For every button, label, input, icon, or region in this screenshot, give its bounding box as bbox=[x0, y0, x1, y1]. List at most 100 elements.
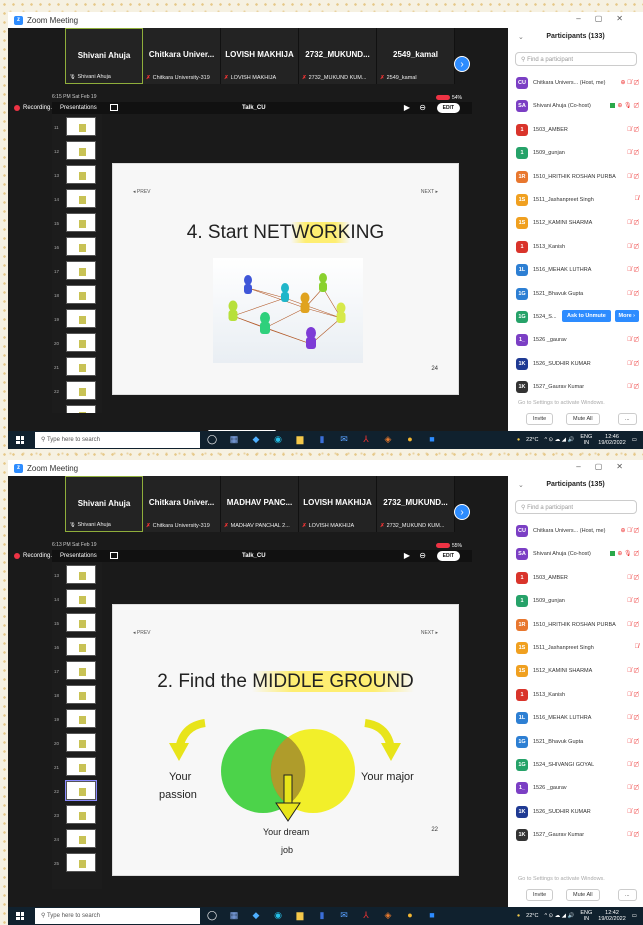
mic-video-status-icon[interactable]: 🎙̸ ▢̸ bbox=[627, 761, 639, 768]
edit-button[interactable]: EDIT bbox=[436, 551, 460, 561]
mic-video-status-icon[interactable]: 🎙̸ ▢̸ bbox=[627, 266, 639, 273]
slide-thumbnail[interactable]: 24 bbox=[52, 829, 102, 850]
participant-row[interactable]: 1G 1521_Bhavuk Gupta 🎙̸ ▢̸ bbox=[508, 732, 643, 755]
mic-video-status-icon[interactable]: ⊕ 🎙̸ ▢̸ bbox=[620, 527, 639, 534]
slide-thumbnail[interactable]: 19 bbox=[52, 709, 102, 730]
widgets-icon[interactable]: ▦ bbox=[228, 910, 240, 921]
participant-row[interactable]: 1S 1512_KAMINI SHARMA 🎙̸ ▢̸ bbox=[508, 213, 643, 236]
video-thumb[interactable]: 2732_MUKUND... ✗ 2732_MUKUND KUM... bbox=[377, 476, 455, 532]
participant-row[interactable]: SA Shivani Ahuja (Co-host) ⊕ 🎙 ▢̸ bbox=[508, 96, 643, 119]
next-page-icon[interactable]: › bbox=[454, 56, 470, 72]
participant-row[interactable]: 1K 1526_SUDHIR KUMAR 🎙̸ ▢̸ bbox=[508, 802, 643, 825]
edge-icon[interactable]: ◉ bbox=[272, 434, 284, 445]
mic-video-status-icon[interactable]: 🎙̸ ▢̸ bbox=[627, 574, 639, 581]
chevron-down-icon[interactable]: ⌄ bbox=[518, 481, 524, 489]
next-page-icon[interactable]: › bbox=[454, 504, 470, 520]
more-button[interactable]: More › bbox=[614, 309, 639, 322]
tray-icons[interactable]: ^ ⊙ ☁ ◢ 🔊 bbox=[544, 913, 574, 919]
play-icon[interactable]: ▶ bbox=[404, 551, 410, 560]
tray-icons[interactable]: ^ ⊙ ☁ ◢ 🔊 bbox=[544, 437, 574, 443]
slide-thumbnail[interactable]: 11 bbox=[52, 117, 102, 138]
mic-video-status-icon[interactable]: 🎙̸ ▢̸ bbox=[627, 290, 639, 297]
taskbar-search[interactable]: ⚲ Type here to search bbox=[35, 908, 200, 924]
video-thumb[interactable]: LOVISH MAKHIJA ✗ LOVISH MAKHIJA bbox=[299, 476, 377, 532]
participant-row[interactable]: 1L 1516_MEHAK LUTHRA 🎙̸ ▢̸ bbox=[508, 260, 643, 283]
mic-video-status-icon[interactable]: 🎙̸ ▢̸ bbox=[627, 597, 639, 604]
slide-thumbnail[interactable]: 16 bbox=[52, 637, 102, 658]
edge-icon[interactable]: ◉ bbox=[272, 910, 284, 921]
task-view-icon[interactable]: ◯ bbox=[206, 434, 218, 445]
presentations-link[interactable]: Presentations bbox=[60, 553, 97, 559]
mute-all-button[interactable]: Mute All bbox=[566, 413, 600, 425]
video-thumb[interactable]: Shivani Ahuja 🎙 Shivani Ahuja bbox=[65, 476, 143, 532]
windows-start-icon[interactable] bbox=[16, 912, 24, 920]
task-view-icon[interactable]: ◯ bbox=[206, 910, 218, 921]
slide-thumbnail[interactable]: 17 bbox=[52, 261, 102, 282]
video-thumb[interactable]: Chitkara Univer... ✗ Chitkara University-… bbox=[143, 476, 221, 532]
slide-thumbnail[interactable]: 22 bbox=[52, 780, 102, 802]
slide-thumbnail[interactable]: 23 bbox=[52, 405, 102, 413]
mic-video-status-icon[interactable]: 🎙̸ ▢̸ bbox=[627, 831, 639, 838]
participant-row[interactable]: 1 1513_Kanish 🎙̸ ▢̸ bbox=[508, 237, 643, 260]
mic-video-status-icon[interactable]: ⊕ 🎙 ▢̸ bbox=[610, 102, 639, 109]
next-link[interactable]: NEXT ▸ bbox=[421, 630, 438, 636]
participant-row[interactable]: 1 1509_gunjan 🎙̸ ▢̸ bbox=[508, 591, 643, 614]
zoom-app-icon[interactable]: ■ bbox=[426, 434, 438, 445]
mic-video-status-icon[interactable]: 🎙̸ ▢̸ bbox=[627, 149, 639, 156]
mic-video-status-icon[interactable]: 🎙̸ bbox=[635, 644, 640, 650]
mic-video-status-icon[interactable]: 🎙̸ ▢̸ bbox=[627, 126, 639, 133]
video-thumb[interactable]: 2732_MUKUND... ✗ 2732_MUKUND KUM... bbox=[299, 28, 377, 84]
clock[interactable]: 12:42 19/02/2022 bbox=[598, 910, 626, 922]
participant-row[interactable]: 1R 1510_HRITHIK ROSHAN PURBA 🎙̸ ▢̸ bbox=[508, 615, 643, 638]
slide-thumbnail[interactable]: 22 bbox=[52, 381, 102, 402]
mic-video-status-icon[interactable]: 🎙̸ ▢̸ bbox=[627, 383, 639, 390]
slide-thumbnail[interactable]: 12 bbox=[52, 141, 102, 162]
slide-thumbnail[interactable]: 15 bbox=[52, 613, 102, 634]
participant-row[interactable]: 1S 1511_Jashanpreet Singh 🎙̸ bbox=[508, 638, 643, 661]
zoom-app-icon[interactable]: ■ bbox=[426, 910, 438, 921]
play-icon[interactable]: ▶ bbox=[404, 103, 410, 112]
participant-row[interactable]: 1G 1524_S... Ask to Unmute More › bbox=[508, 307, 643, 330]
participant-row[interactable]: 1 1503_AMBER 🎙̸ ▢̸ bbox=[508, 120, 643, 143]
slide-thumbnail[interactable]: 14 bbox=[52, 189, 102, 210]
more-options-button[interactable]: ... bbox=[618, 889, 637, 901]
video-thumb[interactable]: Shivani Ahuja 🎙 Shivani Ahuja bbox=[65, 28, 143, 84]
window-controls[interactable]: –▢✕ bbox=[576, 14, 637, 23]
chrome-icon[interactable]: ● bbox=[404, 434, 416, 445]
participant-row[interactable]: 1_ 1526 _gaurav 🎙̸ ▢̸ bbox=[508, 778, 643, 801]
recording-indicator[interactable]: Recording... bbox=[14, 553, 55, 559]
more-options-button[interactable]: ... bbox=[618, 413, 637, 425]
recording-indicator[interactable]: Recording... bbox=[14, 105, 55, 111]
sidebar-toggle-icon[interactable] bbox=[110, 552, 118, 559]
photo-app-icon[interactable]: ◈ bbox=[382, 434, 394, 445]
video-thumb[interactable]: LOVISH MAKHIJA ✗ LOVISH MAKHIJA bbox=[221, 28, 299, 84]
mic-video-status-icon[interactable]: 🎙̸ ▢̸ bbox=[627, 621, 639, 628]
mail-icon[interactable]: ✉ bbox=[338, 910, 350, 921]
presentations-link[interactable]: Presentations bbox=[60, 105, 97, 111]
mic-video-status-icon[interactable]: 🎙̸ ▢̸ bbox=[627, 738, 639, 745]
video-thumb[interactable]: MADHAV PANC... ✗ MADHAV PANCHAL 2... bbox=[221, 476, 299, 532]
slide-thumbnail[interactable]: 17 bbox=[52, 661, 102, 682]
participant-row[interactable]: 1K 1527_Gaurav Kumar 🎙̸ ▢̸ bbox=[508, 825, 643, 848]
mic-video-status-icon[interactable]: 🎙̸ ▢̸ bbox=[627, 219, 639, 226]
word-icon[interactable]: ▮ bbox=[316, 434, 328, 445]
mail-icon[interactable]: ✉ bbox=[338, 434, 350, 445]
mic-video-status-icon[interactable]: ⊕ 🎙 ▢̸ bbox=[610, 550, 639, 557]
slide-thumbnail[interactable]: 23 bbox=[52, 805, 102, 826]
prev-link[interactable]: ◂ PREV bbox=[133, 189, 151, 195]
slide-thumbnail[interactable]: 14 bbox=[52, 589, 102, 610]
language-indicator[interactable]: ENG IN bbox=[580, 434, 592, 446]
notification-icon[interactable]: ▭ bbox=[632, 913, 637, 919]
prev-link[interactable]: ◂ PREV bbox=[133, 630, 151, 636]
participant-row[interactable]: 1 1513_Kanish 🎙̸ ▢̸ bbox=[508, 685, 643, 708]
mic-video-status-icon[interactable]: 🎙̸ ▢̸ bbox=[627, 173, 639, 180]
widgets-icon[interactable]: ▦ bbox=[228, 434, 240, 445]
slide-thumbnail[interactable]: 25 bbox=[52, 853, 102, 874]
invite-button[interactable]: Invite bbox=[526, 413, 554, 425]
video-thumb[interactable]: Chitkara Univer... ✗ Chitkara University-… bbox=[143, 28, 221, 84]
pdf-icon[interactable]: ⅄ bbox=[360, 910, 372, 921]
clock[interactable]: 12:46 19/02/2022 bbox=[598, 434, 626, 446]
mic-video-status-icon[interactable]: 🎙̸ ▢̸ bbox=[627, 360, 639, 367]
mic-video-status-icon[interactable]: 🎙̸ ▢̸ bbox=[627, 714, 639, 721]
mic-video-status-icon[interactable]: 🎙̸ ▢̸ bbox=[627, 243, 639, 250]
